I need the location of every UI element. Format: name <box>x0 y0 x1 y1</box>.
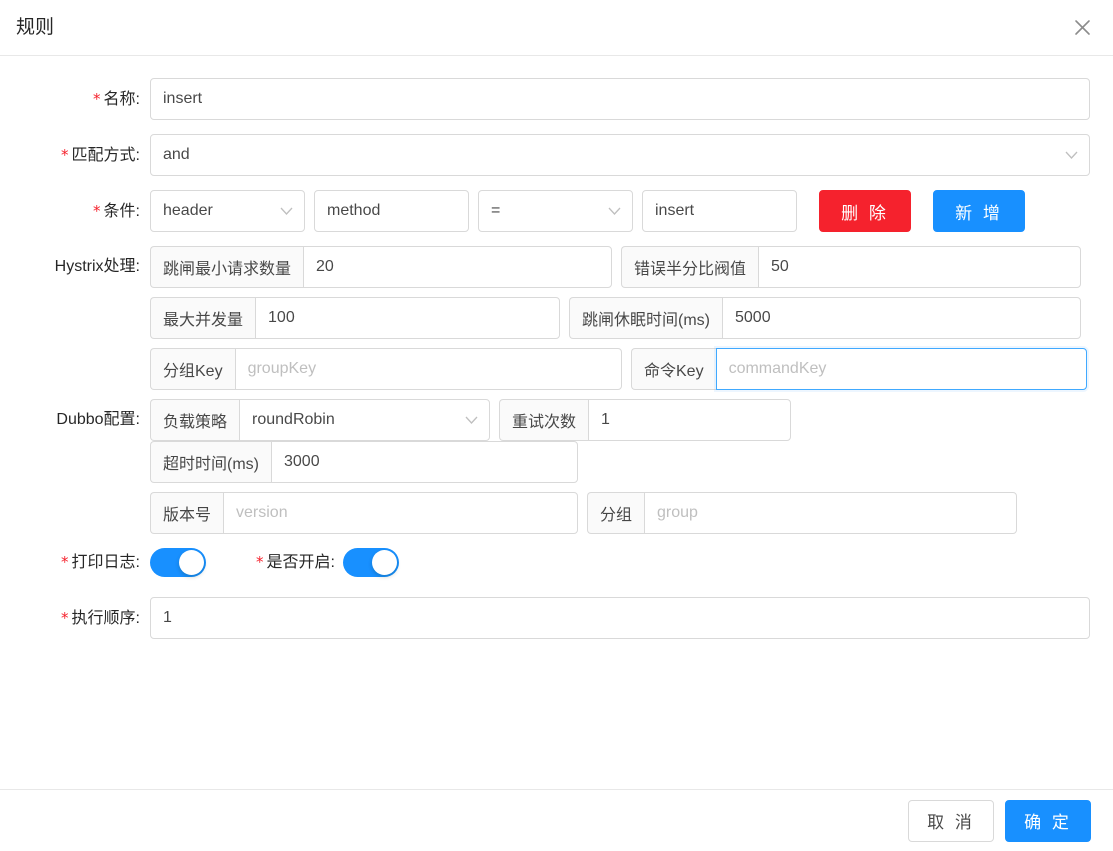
add-condition-button[interactable]: 新 增 <box>933 190 1025 232</box>
hystrix-group-key-input[interactable]: groupKey <box>234 348 622 390</box>
hystrix-sleep-window-input[interactable]: 5000 <box>722 297 1081 339</box>
label-hystrix: Hystrix处理: <box>54 258 140 275</box>
chevron-down-icon <box>280 207 293 215</box>
control-exec-order: 1 <box>150 597 1091 639</box>
label-exec-order: * 执行顺序: <box>61 609 140 627</box>
control-hystrix-3: 分组Key groupKey 命令Key commandKey <box>150 348 1091 390</box>
dubbo-group-group: 分组 group <box>587 492 1017 534</box>
toggle-knob <box>179 550 204 575</box>
hystrix-group-key-group: 分组Key groupKey <box>150 348 622 390</box>
dubbo-group-input[interactable]: group <box>644 492 1017 534</box>
hystrix-min-request-input[interactable]: 20 <box>303 246 612 288</box>
condition-param-type-value: header <box>163 202 213 219</box>
field-row-name: * 名称: insert <box>22 78 1091 121</box>
hystrix-min-request-label: 跳闸最小请求数量 <box>150 246 304 288</box>
required-marker: * <box>61 609 69 627</box>
field-row-condition: * 条件: header method = insert 删 除 新 增 <box>22 190 1091 233</box>
hystrix-error-percent-group: 错误半分比阀值 50 <box>621 246 1081 288</box>
dubbo-loadbalance-label: 负载策略 <box>150 399 240 441</box>
confirm-button[interactable]: 确 定 <box>1005 799 1091 842</box>
hystrix-max-concurrent-group: 最大并发量 100 <box>150 297 560 339</box>
dubbo-loadbalance-group: 负载策略 roundRobin <box>150 399 490 441</box>
hystrix-error-percent-label: 错误半分比阀值 <box>621 246 759 288</box>
hystrix-command-key-group: 命令Key commandKey <box>631 348 1087 390</box>
control-condition: header method = insert 删 除 新 增 <box>150 190 1091 232</box>
dubbo-retries-group: 重试次数 1 <box>499 399 791 441</box>
rule-dialog: 规则 * 名称: insert * 匹配方式: and * 条件: header… <box>0 0 1113 851</box>
chevron-down-icon <box>465 416 478 424</box>
control-dubbo-2: 版本号 version 分组 group <box>150 492 1091 534</box>
required-marker: * <box>256 552 264 571</box>
dubbo-retries-label: 重试次数 <box>499 399 589 441</box>
label-print-log: * 打印日志: <box>61 553 140 571</box>
control-hystrix-1: 跳闸最小请求数量 20 错误半分比阀值 50 <box>150 246 1091 288</box>
label-dubbo: Dubbo配置: <box>56 411 140 428</box>
condition-operator-select[interactable]: = <box>478 190 633 232</box>
condition-param-name-input[interactable]: method <box>314 190 469 232</box>
control-switches: * 是否开启: <box>150 548 1091 577</box>
dubbo-group-label: 分组 <box>587 492 645 534</box>
field-row-switches: * 打印日志: * 是否开启: <box>22 548 1091 577</box>
toggle-knob <box>371 550 397 575</box>
match-mode-value: and <box>163 146 190 163</box>
control-name: insert <box>150 78 1091 120</box>
hystrix-command-key-input[interactable]: commandKey <box>715 348 1087 390</box>
dubbo-timeout-input[interactable]: 3000 <box>271 441 578 483</box>
hystrix-max-concurrent-label: 最大并发量 <box>150 297 256 339</box>
match-mode-select[interactable]: and <box>150 134 1090 176</box>
condition-operator-value: = <box>491 202 501 219</box>
dialog-footer: 取 消 确 定 <box>0 789 1113 851</box>
condition-param-type-select[interactable]: header <box>150 190 305 232</box>
field-row-hystrix-1: Hystrix处理: 跳闸最小请求数量 20 错误半分比阀值 50 <box>22 246 1091 288</box>
field-row-hystrix-2: 最大并发量 100 跳闸休眠时间(ms) 5000 <box>22 297 1091 339</box>
name-input[interactable]: insert <box>150 78 1090 120</box>
field-row-dubbo-2: 版本号 version 分组 group <box>22 492 1091 534</box>
exec-order-input[interactable]: 1 <box>150 597 1090 639</box>
dubbo-version-input[interactable]: version <box>223 492 578 534</box>
field-row-exec-order: * 执行顺序: 1 <box>22 597 1091 640</box>
hystrix-command-key-label: 命令Key <box>631 348 716 390</box>
field-row-hystrix-3: 分组Key groupKey 命令Key commandKey <box>22 348 1091 390</box>
dubbo-loadbalance-value: roundRobin <box>252 411 335 428</box>
required-marker: * <box>61 553 69 571</box>
hystrix-error-percent-input[interactable]: 50 <box>758 246 1081 288</box>
cancel-button[interactable]: 取 消 <box>908 799 994 842</box>
condition-param-value-input[interactable]: insert <box>642 190 797 232</box>
dubbo-loadbalance-select[interactable]: roundRobin <box>239 399 490 441</box>
hystrix-max-concurrent-input[interactable]: 100 <box>255 297 560 339</box>
label-condition: * 条件: <box>93 202 140 220</box>
field-row-dubbo-1: Dubbo配置: 负载策略 roundRobin 重试次数 1 超时时间(ms)… <box>22 399 1091 483</box>
required-marker: * <box>61 146 69 164</box>
field-row-match-mode: * 匹配方式: and <box>22 134 1091 177</box>
close-icon[interactable] <box>1069 15 1095 41</box>
enabled-toggle[interactable] <box>342 548 399 577</box>
label-name: * 名称: <box>93 90 140 108</box>
dialog-title: 规则 <box>16 17 55 38</box>
hystrix-group-key-label: 分组Key <box>150 348 235 390</box>
dubbo-retries-input[interactable]: 1 <box>588 399 791 441</box>
hystrix-sleep-window-label: 跳闸休眠时间(ms) <box>569 297 722 339</box>
control-hystrix-2: 最大并发量 100 跳闸休眠时间(ms) 5000 <box>150 297 1091 339</box>
hystrix-sleep-window-group: 跳闸休眠时间(ms) 5000 <box>569 297 1081 339</box>
dubbo-timeout-group: 超时时间(ms) 3000 <box>150 441 578 483</box>
dialog-header: 规则 <box>0 0 1113 56</box>
control-dubbo-1: 负载策略 roundRobin 重试次数 1 超时时间(ms) 3000 <box>150 399 1091 483</box>
label-enabled: * 是否开启: <box>256 552 335 571</box>
delete-condition-button[interactable]: 删 除 <box>819 190 911 232</box>
dubbo-version-label: 版本号 <box>150 492 224 534</box>
hystrix-min-request-group: 跳闸最小请求数量 20 <box>150 246 612 288</box>
required-marker: * <box>93 90 101 108</box>
dubbo-timeout-label: 超时时间(ms) <box>150 441 271 483</box>
control-match-mode: and <box>150 134 1091 176</box>
chevron-down-icon <box>1065 151 1078 159</box>
required-marker: * <box>93 202 101 220</box>
dubbo-version-group: 版本号 version <box>150 492 578 534</box>
chevron-down-icon <box>608 207 621 215</box>
label-match-mode: * 匹配方式: <box>61 146 140 164</box>
print-log-toggle[interactable] <box>150 548 206 577</box>
dialog-body: * 名称: insert * 匹配方式: and * 条件: header me… <box>0 56 1113 789</box>
